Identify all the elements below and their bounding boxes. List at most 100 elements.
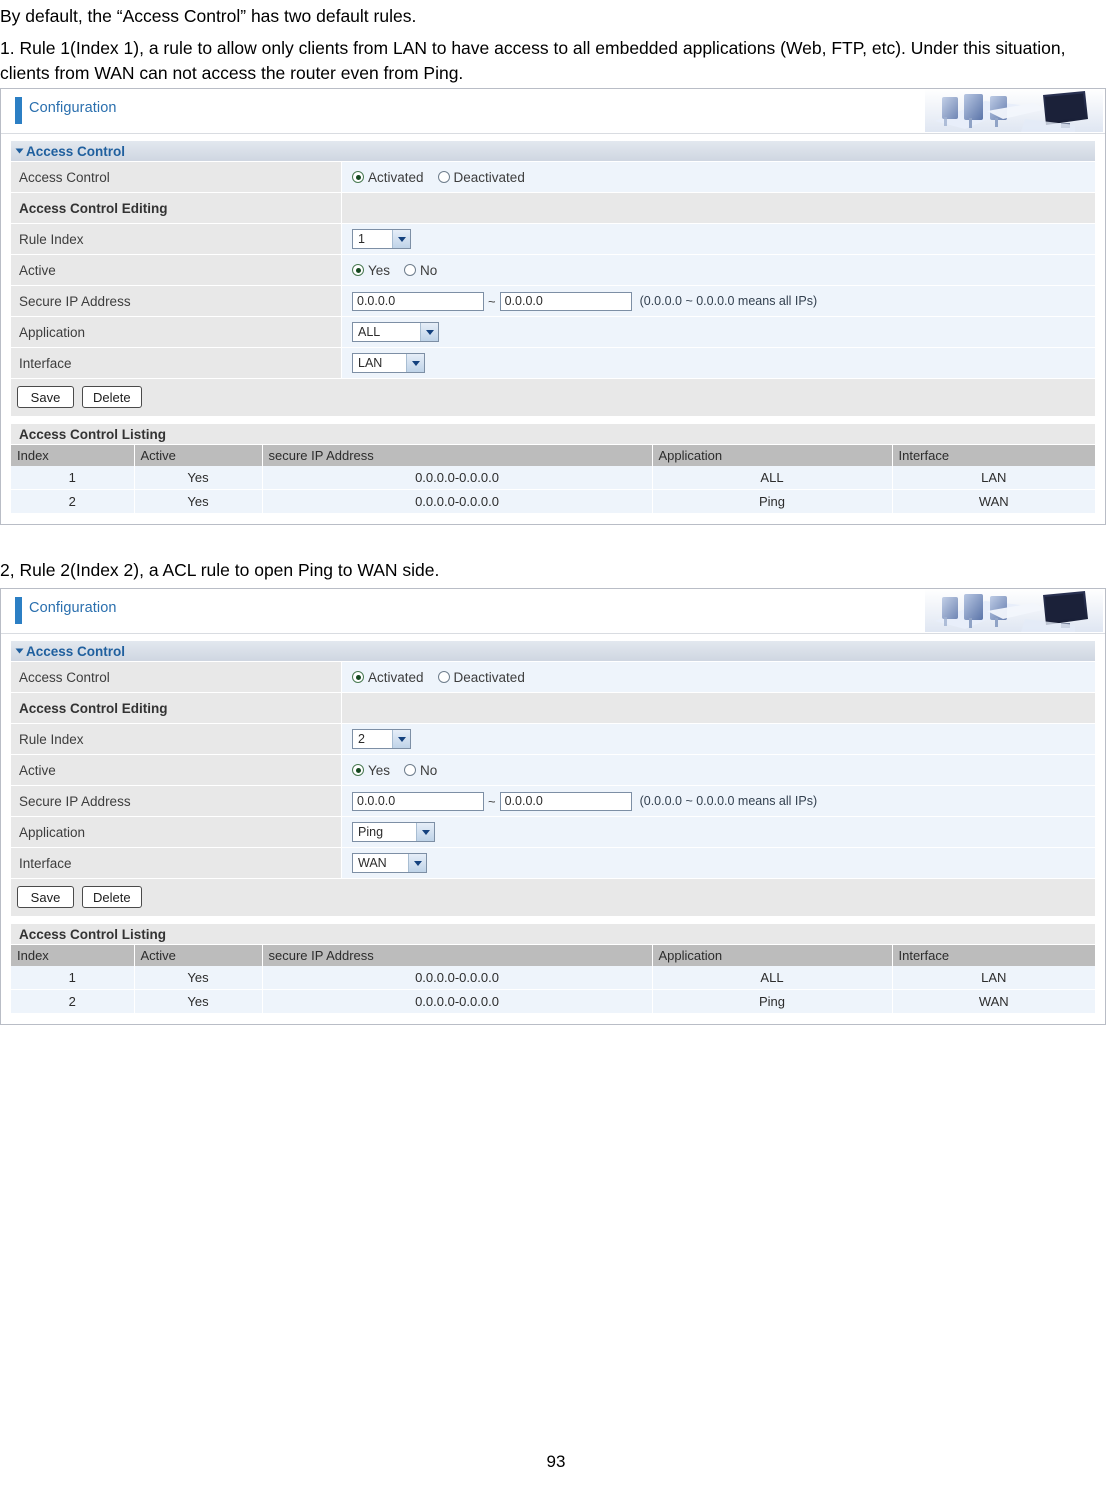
select-interface-value-1: LAN [358,356,383,370]
spacer-1 [11,416,1095,424]
table-row[interactable]: 1 Yes 0.0.0.0-0.0.0.0 ALL LAN [11,966,1095,990]
label-access-control-1: Access Control [11,162,342,192]
radio-activated-dot-icon[interactable] [352,171,364,183]
radio-deactivated-dot-icon[interactable] [437,671,450,683]
cell-application: ALL [652,966,893,990]
office-decoration-image [925,89,1103,132]
section-header-access-control-1[interactable]: Access Control [11,141,1095,162]
input-secure-ip-from-1[interactable]: 0.0.0.0 [352,291,484,311]
radio-no-dot-icon[interactable] [404,264,417,276]
radio-activated-label-2: Activated [368,669,424,685]
radio-activated-2[interactable]: Activated [352,670,424,685]
value-access-control-2: Activated Deactivated [342,662,1095,692]
chevron-down-icon[interactable] [406,354,424,372]
select-application-1[interactable]: ALL [352,322,439,342]
label-secure-ip-2: Secure IP Address [11,786,342,816]
spacer-2 [11,916,1095,924]
save-button-1[interactable]: Save [17,386,74,408]
cell-index: 1 [11,966,135,990]
value-access-control-editing-2 [342,693,1095,723]
cell-active: Yes [134,966,263,990]
radio-yes-dot-icon[interactable] [352,264,364,276]
table-header-row-2: Index Active secure IP Address Applicati… [11,945,1095,966]
access-control-screenshot-1: Configuration Access Control Access Cont… [0,88,1106,525]
radio-yes-label-1: Yes [368,262,391,278]
cell-interface: WAN [892,989,1095,1014]
chevron-down-icon[interactable] [392,230,410,248]
select-rule-index-2[interactable]: 2 [352,729,411,749]
cell-active: Yes [134,489,263,514]
value-interface-1: LAN [342,348,1095,378]
select-interface-1[interactable]: LAN [352,353,425,373]
radio-active-yes-2[interactable]: Yes [352,763,390,778]
row-secure-ip-1: Secure IP Address 0.0.0.0 ~ 0.0.0.0 (0.0… [11,286,1095,317]
th-secure-ip-2: secure IP Address [262,945,653,966]
radio-no-dot-icon[interactable] [404,764,417,776]
chevron-down-icon[interactable] [392,730,410,748]
label-active-2: Active [11,755,342,785]
radio-deactivated-2[interactable]: Deactivated [437,670,525,685]
chevron-down-icon[interactable] [408,854,426,872]
radio-deactivated-dot-icon[interactable] [437,171,450,183]
cell-secure-ip: 0.0.0.0-0.0.0.0 [262,489,653,514]
save-button-2[interactable]: Save [17,886,74,908]
select-application-value-1: ALL [358,325,381,339]
row-interface-2: Interface WAN [11,848,1095,879]
radio-deactivated-1[interactable]: Deactivated [437,170,525,185]
section-title-1: Access Control [26,143,126,159]
value-rule-index-2: 2 [342,724,1095,754]
radio-active-no-1[interactable]: No [404,263,437,278]
input-secure-ip-to-2[interactable]: 0.0.0.0 [499,791,632,811]
radio-yes-label-2: Yes [368,762,391,778]
cell-interface: WAN [892,489,1095,514]
radio-active-yes-1[interactable]: Yes [352,263,390,278]
secure-ip-hint-2: (0.0.0.0 ~ 0.0.0.0 means all IPs) [639,794,818,808]
table-row[interactable]: 2 Yes 0.0.0.0-0.0.0.0 Ping WAN [11,489,1095,514]
row-access-control-2: Access Control Activated Deactivated [11,662,1095,693]
section-header-access-control-2[interactable]: Access Control [11,641,1095,662]
access-control-screenshot-2: Configuration Access Control Access Cont… [0,588,1106,1025]
button-row-1: Save Delete [11,379,1095,416]
value-interface-2: WAN [342,848,1095,878]
rule1-paragraph: 1. Rule 1(Index 1), a rule to allow only… [0,38,1066,83]
select-interface-2[interactable]: WAN [352,853,427,873]
delete-button-2[interactable]: Delete [82,886,142,908]
secure-ip-hint-1: (0.0.0.0 ~ 0.0.0.0 means all IPs) [639,294,818,308]
radio-active-no-2[interactable]: No [404,763,437,778]
cell-application: Ping [652,489,893,514]
value-active-2: Yes No [342,755,1095,785]
listing-title-1: Access Control Listing [11,424,1095,445]
chevron-down-icon[interactable] [420,323,438,341]
triangle-collapse-icon[interactable] [15,648,24,654]
radio-yes-dot-icon[interactable] [352,764,364,776]
input-secure-ip-from-2[interactable]: 0.0.0.0 [352,791,484,811]
select-application-value-2: Ping [358,825,384,839]
chevron-down-icon[interactable] [416,823,434,841]
select-rule-index-1[interactable]: 1 [352,229,411,249]
radio-activated-dot-icon[interactable] [352,671,364,683]
panel-title-1: Configuration [29,100,117,116]
delete-button-1[interactable]: Delete [82,386,142,408]
radio-activated-1[interactable]: Activated [352,170,424,185]
label-interface-1: Interface [11,348,342,378]
triangle-collapse-icon[interactable] [15,148,24,154]
select-rule-index-value-1: 1 [358,232,365,246]
page-number: 93 [546,1452,566,1471]
value-access-control-editing-1 [342,193,1095,223]
select-application-2[interactable]: Ping [352,822,435,842]
label-secure-ip-1: Secure IP Address [11,286,342,316]
label-rule-index-1: Rule Index [11,224,342,254]
table-row[interactable]: 2 Yes 0.0.0.0-0.0.0.0 Ping WAN [11,989,1095,1014]
cell-active: Yes [134,466,263,490]
table-row[interactable]: 1 Yes 0.0.0.0-0.0.0.0 ALL LAN [11,466,1095,490]
cell-secure-ip: 0.0.0.0-0.0.0.0 [262,989,653,1014]
row-rule-index-2: Rule Index 2 [11,724,1095,755]
cell-index: 2 [11,989,135,1014]
row-active-1: Active Yes No [11,255,1095,286]
label-rule-index-2: Rule Index [11,724,342,754]
header-accent-bar-icon [15,97,22,124]
cell-interface: LAN [892,466,1095,490]
value-rule-index-1: 1 [342,224,1095,254]
row-interface-1: Interface LAN [11,348,1095,379]
input-secure-ip-to-1[interactable]: 0.0.0.0 [499,291,632,311]
